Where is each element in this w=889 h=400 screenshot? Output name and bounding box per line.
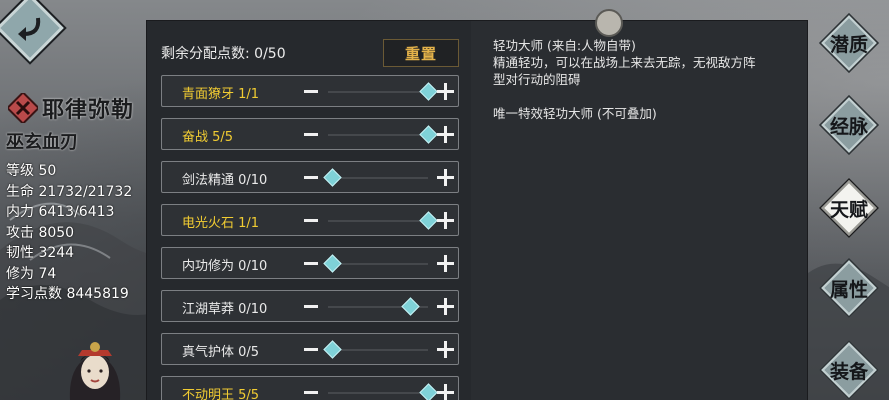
character-avatar xyxy=(69,342,121,400)
stat-level: 等级 50 xyxy=(6,163,57,179)
description-effect: 唯一特效轻功大师 (不可叠加) xyxy=(493,106,657,121)
right-nav: 潜质 经脉 天赋 属性 装备 xyxy=(806,0,889,400)
character-title: 巫玄血刃 xyxy=(6,132,78,153)
talent-slider-track[interactable] xyxy=(328,177,428,179)
decrease-button[interactable] xyxy=(304,219,318,222)
remaining-points-label: 剩余分配点数: 0/50 xyxy=(161,46,286,62)
character-name-row: 耶律弥勒 xyxy=(8,92,134,124)
character-name: 耶律弥勒 xyxy=(42,98,135,123)
faction-cross-icon xyxy=(8,93,38,123)
talent-slider-knob[interactable] xyxy=(323,340,342,359)
decrease-button[interactable] xyxy=(304,133,318,136)
decrease-button[interactable] xyxy=(304,90,318,93)
nav-label: 装备 xyxy=(829,360,868,383)
description-text-1: 精通轻功，可以在战场上来去无踪，无视敌方阵 xyxy=(493,55,756,70)
nav-tab-potential[interactable]: 潜质 xyxy=(818,12,880,74)
stat-toughness: 韧性 3244 xyxy=(6,245,75,261)
panel-medal-icon xyxy=(595,9,623,37)
stat-hp: 生命 21732/21732 xyxy=(6,183,133,200)
talent-slider-track[interactable] xyxy=(328,134,428,136)
nav-label: 天赋 xyxy=(829,198,868,221)
talent-name: 剑法精通 0/10 xyxy=(182,173,268,188)
increase-button[interactable] xyxy=(437,126,454,143)
increase-button[interactable] xyxy=(437,83,454,100)
increase-button[interactable] xyxy=(437,384,454,400)
nav-tab-meridians[interactable]: 经脉 xyxy=(818,94,880,156)
character-stats: 等级 50 生命 21732/21732 内力 6413/6413 攻击 805… xyxy=(6,161,146,305)
talent-row: 真气护体 0/5 xyxy=(161,333,459,365)
nav-tab-attributes[interactable]: 属性 xyxy=(818,257,880,319)
increase-button[interactable] xyxy=(437,212,454,229)
talent-slider-track[interactable] xyxy=(328,349,428,351)
talent-name: 真气护体 0/5 xyxy=(182,345,260,360)
talent-slider-track[interactable] xyxy=(328,220,428,222)
talent-slider-track[interactable] xyxy=(328,263,428,265)
talent-name: 电光火石 1/1 xyxy=(182,216,260,231)
talent-slider-knob[interactable] xyxy=(323,254,342,273)
stat-mp: 内力 6413/6413 xyxy=(6,204,115,220)
decrease-button[interactable] xyxy=(304,176,318,179)
talent-row: 奋战 5/5 xyxy=(161,118,459,150)
talent-row: 剑法精通 0/10 xyxy=(161,161,459,193)
talent-slider-track[interactable] xyxy=(328,91,428,93)
nav-tab-equipment[interactable]: 装备 xyxy=(818,339,880,400)
talent-row: 江湖草莽 0/10 xyxy=(161,290,459,322)
talent-list-column: 剩余分配点数: 0/50 重置 青面獠牙 1/1 奋战 5/5 剑法精通 0/1… xyxy=(147,21,471,400)
talent-row: 内功修为 0/10 xyxy=(161,247,459,279)
talent-panel: 剩余分配点数: 0/50 重置 青面獠牙 1/1 奋战 5/5 剑法精通 0/1… xyxy=(146,9,808,400)
decrease-button[interactable] xyxy=(304,262,318,265)
talent-slider-track[interactable] xyxy=(328,392,428,394)
talent-slider-knob[interactable] xyxy=(323,168,342,187)
nav-label: 潜质 xyxy=(829,33,868,56)
talent-description: 轻功大师 (来自:人物自带) 精通轻功，可以在战场上来去无踪，无视敌方阵 型对行… xyxy=(493,37,793,122)
stat-attack: 攻击 8050 xyxy=(6,224,75,241)
talent-slider-knob[interactable] xyxy=(419,211,438,230)
back-arrow-icon xyxy=(18,17,41,41)
talent-slider-knob[interactable] xyxy=(401,297,420,316)
increase-button[interactable] xyxy=(437,298,454,315)
talent-name: 青面獠牙 1/1 xyxy=(182,87,260,102)
reset-button[interactable]: 重置 xyxy=(383,39,459,67)
nav-label: 经脉 xyxy=(829,115,868,138)
description-title: 轻功大师 (来自:人物自带) xyxy=(493,38,636,53)
talent-slider-knob[interactable] xyxy=(419,125,438,144)
talent-name: 江湖草莽 0/10 xyxy=(182,302,268,317)
increase-button[interactable] xyxy=(437,169,454,186)
nav-tab-talent[interactable]: 天赋 xyxy=(818,177,880,239)
talent-row: 电光火石 1/1 xyxy=(161,204,459,236)
description-text-2: 型对行动的阻碍 xyxy=(493,72,581,87)
talent-slider-knob[interactable] xyxy=(419,82,438,101)
talent-slider-knob[interactable] xyxy=(419,383,438,400)
increase-button[interactable] xyxy=(437,341,454,358)
talent-name: 奋战 5/5 xyxy=(182,130,234,145)
decrease-button[interactable] xyxy=(304,348,318,351)
decrease-button[interactable] xyxy=(304,305,318,308)
stat-learn-points: 学习点数 8445819 xyxy=(6,286,129,302)
stat-cultivation: 修为 74 xyxy=(6,265,57,282)
increase-button[interactable] xyxy=(437,255,454,272)
talent-name: 不动明王 5/5 xyxy=(182,388,260,400)
talent-row: 不动明王 5/5 xyxy=(161,376,459,400)
nav-label: 属性 xyxy=(829,278,868,301)
talent-name: 内功修为 0/10 xyxy=(182,259,268,274)
decrease-button[interactable] xyxy=(304,391,318,394)
talent-row: 青面獠牙 1/1 xyxy=(161,75,459,107)
